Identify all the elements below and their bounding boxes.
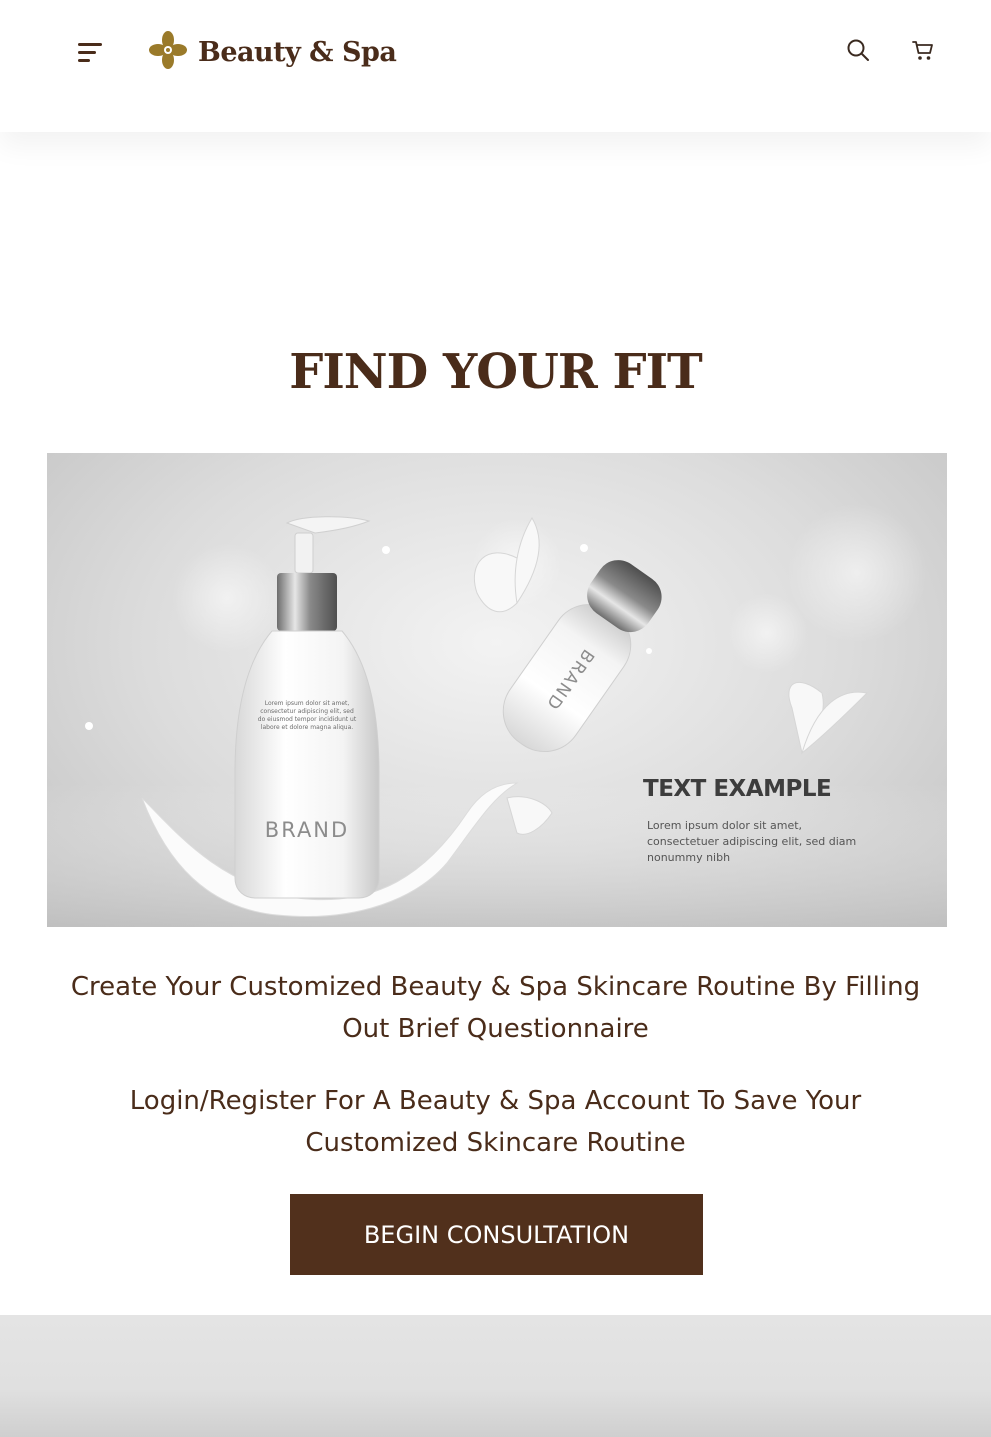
next-section-preview	[0, 1315, 991, 1437]
begin-consultation-button[interactable]: BEGIN CONSULTATION	[290, 1194, 703, 1275]
svg-text:Lorem ipsum dolor sit amet,: Lorem ipsum dolor sit amet,	[265, 700, 350, 707]
brand-name: Beauty & Spa	[198, 36, 397, 68]
search-icon[interactable]	[845, 37, 871, 63]
login-register-text: Login/Register For A Beauty & Spa Accoun…	[129, 1086, 862, 1158]
customize-routine-text: Create Your Customized Beauty & Spa Skin…	[70, 972, 921, 1044]
hero-product-image: Lorem ipsum dolor sit amet, consectetur …	[47, 453, 947, 927]
bottle-label-text: Lorem ipsum dolor sit amet, consectetur …	[258, 700, 357, 731]
svg-text:labore et dolore magna aliqua.: labore et dolore magna aliqua.	[261, 724, 353, 731]
brand-logo[interactable]: Beauty & Spa	[148, 30, 397, 75]
svg-text:nonummy nibh: nonummy nibh	[647, 851, 730, 864]
svg-text:Lorem ipsum dolor sit amet,: Lorem ipsum dolor sit amet,	[647, 819, 802, 832]
page-title: FIND YOUR FIT	[289, 344, 703, 400]
svg-text:consectetur adipiscing elit, s: consectetur adipiscing elit, sed	[260, 708, 354, 715]
cart-icon[interactable]	[910, 37, 936, 63]
svg-text:consectetuer adipiscing elit,: consectetuer adipiscing elit, sed diam	[647, 835, 856, 848]
svg-text:do eiusmod tempor incididunt u: do eiusmod tempor incididunt ut	[258, 716, 357, 723]
site-header: Beauty & Spa	[0, 0, 991, 132]
bottle-brand-label: BRAND	[265, 818, 349, 842]
menu-icon[interactable]	[76, 40, 106, 66]
flower-logo-icon	[148, 30, 188, 75]
ad-headline: TEXT EXAMPLE	[643, 776, 831, 802]
